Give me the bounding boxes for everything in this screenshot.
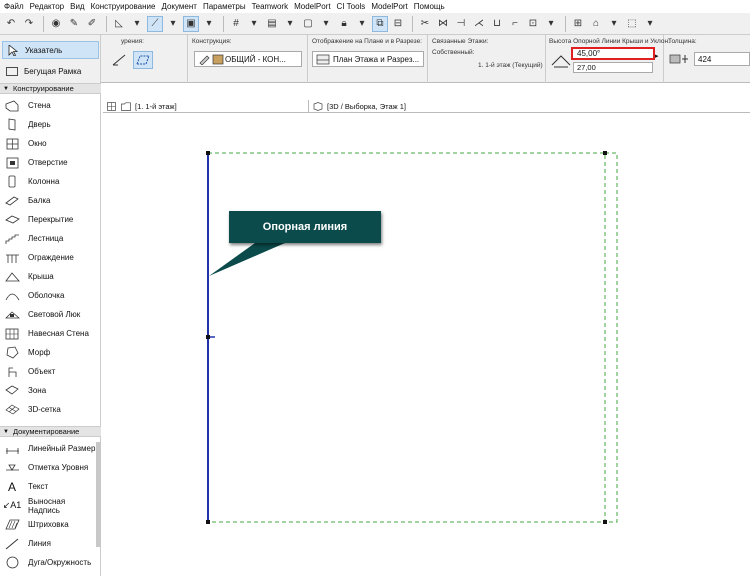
roof-outline bbox=[208, 152, 618, 523]
callout-pointer bbox=[209, 243, 285, 276]
hotspot-node bbox=[206, 151, 210, 155]
callout-text: Опорная линия bbox=[262, 221, 348, 233]
hotspot-node bbox=[206, 520, 210, 524]
roof-eave-outline bbox=[605, 152, 618, 523]
hotspot-node bbox=[603, 520, 607, 524]
hotspot-node bbox=[603, 151, 607, 155]
callout-reference-line: Опорная линия bbox=[229, 211, 381, 243]
roof-outline-inner bbox=[208, 152, 606, 523]
hotspot-node bbox=[206, 335, 210, 339]
drawing-canvas[interactable] bbox=[0, 0, 750, 576]
